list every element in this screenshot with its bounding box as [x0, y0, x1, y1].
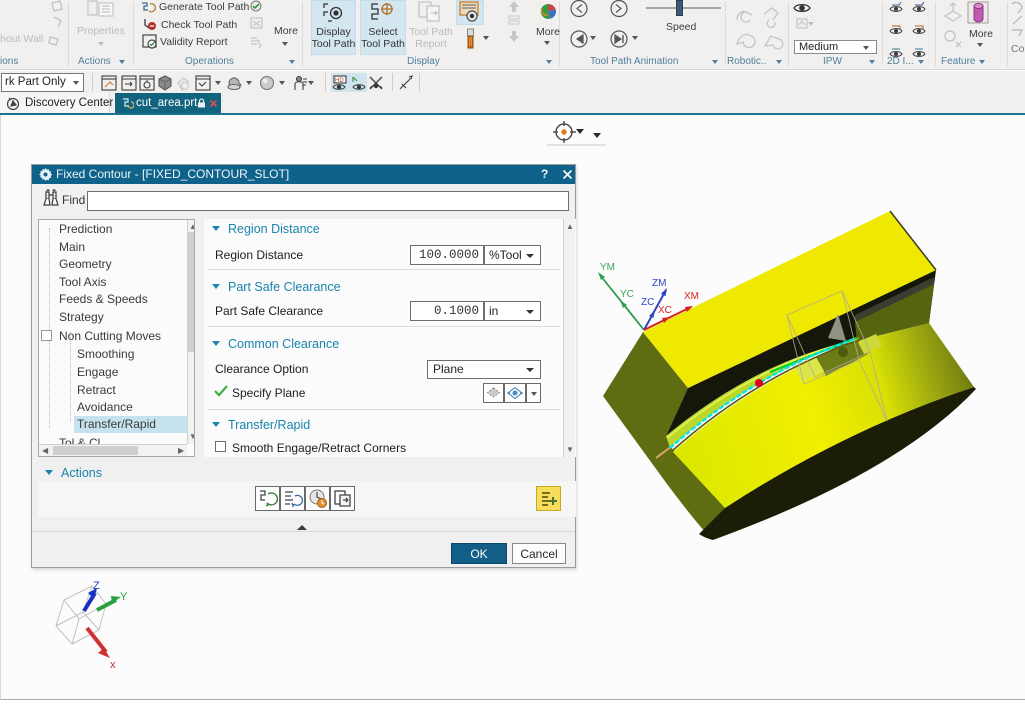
- svg-text:XC: XC: [658, 305, 672, 316]
- svg-text:Y: Y: [120, 591, 128, 603]
- svg-text:x: x: [110, 659, 116, 671]
- svg-text:YC: YC: [620, 289, 634, 300]
- svg-text:YM: YM: [600, 262, 615, 273]
- svg-text:ZM: ZM: [652, 278, 666, 289]
- svg-text:ZC: ZC: [641, 297, 654, 308]
- svg-text:Z: Z: [93, 580, 100, 592]
- svg-text:XM: XM: [684, 291, 699, 302]
